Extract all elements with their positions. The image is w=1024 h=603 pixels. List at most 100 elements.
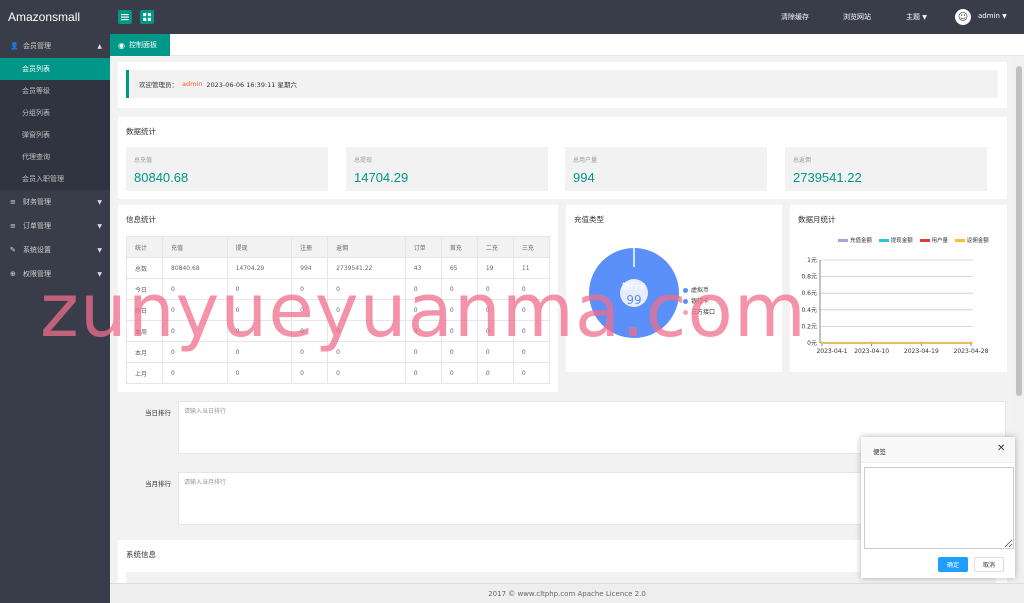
close-icon[interactable]: ✕: [997, 443, 1005, 454]
table-cell: 0: [512, 320, 551, 342]
dialog-header[interactable]: 便签 ✕: [861, 437, 1015, 463]
table-header-cell: 首充: [440, 236, 478, 258]
data-point[interactable]: [870, 341, 873, 345]
table-cell: 0: [512, 341, 551, 363]
monthly-rank-label: 当月排行: [145, 480, 171, 488]
fullscreen-button[interactable]: [140, 10, 154, 24]
table-cell: 0: [440, 299, 478, 321]
wrench-icon: ✎: [10, 246, 16, 254]
dialog-title: 便签: [873, 448, 886, 456]
table-cell: 0: [226, 278, 293, 300]
sidebar-item-member-list[interactable]: 会员列表: [0, 58, 110, 80]
table-header-cell: 充值: [162, 236, 228, 258]
clear-cache-link[interactable]: 清除缓存: [781, 12, 809, 22]
table-cell: 19: [476, 257, 514, 279]
pie-center-value: 99: [626, 293, 641, 307]
welcome-datetime: 2023-06-06 16:39:11 星期六: [206, 81, 297, 89]
table-row: 上月 0 0 0 0 0 0 0 0: [125, 362, 551, 384]
stat-card-total-recharge: 总充值 80840.68: [126, 147, 328, 191]
sidebar-group-settings[interactable]: ✎ 系统设置 ▼: [0, 238, 110, 262]
table-cell: 0: [476, 362, 514, 384]
tab-dashboard[interactable]: ◉ 控制面板: [110, 34, 170, 56]
legend-item[interactable]: 虚拟币: [683, 285, 715, 296]
sidebar-group-member[interactable]: 👤 会员管理 ▲: [0, 34, 110, 58]
panel-title: 系统信息: [126, 550, 156, 559]
sidebar-group-orders[interactable]: ≡ 订单管理 ▼: [0, 214, 110, 238]
table-row: 总数 80840.68 14704.29 994 2739541.22 43 65 19 11: [125, 257, 551, 279]
compass-icon: ◉: [118, 40, 125, 50]
sidebar-item-member-onboarding[interactable]: 会员入职管理: [0, 168, 110, 190]
browse-site-link[interactable]: 浏览网站: [843, 12, 871, 22]
table-cell: 今日: [125, 278, 164, 300]
welcome-user: admin: [182, 80, 203, 88]
theme-menu[interactable]: 主题 ▼: [906, 12, 927, 22]
line-chart-legend: 充值金额 提现金额 用户量 返佣金额: [833, 236, 989, 244]
legend-item[interactable]: 银行卡: [683, 296, 715, 307]
table-cell: 0: [291, 362, 329, 384]
sidebar-item-group-list[interactable]: 分组列表: [0, 102, 110, 124]
sidebar-group-label: 订单管理: [23, 222, 51, 230]
caret-down-icon: ▼: [97, 246, 102, 254]
sidebar-group-finance[interactable]: ≡ 财务管理 ▼: [0, 190, 110, 214]
table-row: 本周 0 0 0 0 0 0 0 0: [125, 320, 551, 342]
database-icon: ≡: [10, 222, 16, 230]
legend-label[interactable]: 用户量: [932, 238, 949, 244]
cancel-button[interactable]: 取消: [974, 557, 1004, 572]
table-header-cell: 提现: [226, 236, 293, 258]
user-menu[interactable]: admin ▼: [978, 12, 1007, 20]
confirm-button[interactable]: 确定: [938, 557, 968, 572]
x-tick-label: 2023-04-28: [954, 348, 989, 355]
sidebar-item-member-level[interactable]: 会员等级: [0, 80, 110, 102]
legend-item[interactable]: 三方接口: [683, 307, 715, 318]
table-header-cell: 三充: [512, 236, 551, 258]
panel-title: 信息统计: [126, 215, 156, 224]
app-logo[interactable]: Amazonsmall: [8, 10, 80, 24]
caret-down-icon: ▼: [922, 14, 927, 21]
stat-card-total-withdraw: 总提现 14704.29: [346, 147, 548, 191]
sidebar-group-label: 会员管理: [23, 42, 51, 50]
sidebar-item-popup-list[interactable]: 弹窗列表: [0, 124, 110, 146]
welcome-banner: 欢迎管理员： admin 2023-06-06 16:39:11 星期六: [126, 70, 998, 98]
table-cell: 0: [440, 362, 478, 384]
table-cell: 0: [404, 278, 442, 300]
legend-label[interactable]: 提现金额: [891, 238, 913, 244]
legend-swatch: [878, 239, 889, 242]
table-cell: 43: [404, 257, 442, 279]
info-stats-table: 统计 充值 提现 注册 返佣 订单 首充 二充 三充 总数 80840.68 14704.29 994…: [125, 236, 551, 384]
table-cell: 本周: [125, 320, 164, 342]
panel-title: 数据统计: [126, 127, 156, 136]
y-tick-label: 0.4元: [801, 307, 817, 314]
pie-legend: 虚拟币 银行卡 三方接口: [683, 285, 715, 318]
panel-title: 充值类型: [574, 215, 604, 224]
footer: 2017 © www.cltphp.com Apache Licence 2.0: [110, 583, 1024, 603]
sidebar-group-label: 权限管理: [23, 270, 51, 278]
sidebar-item-agent-query[interactable]: 代理查询: [0, 146, 110, 168]
note-textarea[interactable]: [864, 467, 1014, 549]
stat-value: 80840.68: [134, 170, 189, 185]
table-cell: 0: [291, 320, 329, 342]
caret-down-icon: ▼: [97, 222, 102, 230]
scrollbar-thumb[interactable]: [1016, 66, 1022, 396]
table-header-cell: 返佣: [327, 236, 406, 258]
x-tick-label: 2023-04-19: [904, 348, 939, 355]
table-cell: 上月: [125, 362, 164, 384]
menu-toggle-button[interactable]: [118, 10, 132, 24]
data-point[interactable]: [920, 341, 923, 345]
data-point[interactable]: [820, 341, 824, 345]
table-row: 本月 0 0 0 0 0 0 0 0: [125, 341, 551, 363]
legend-label[interactable]: 充值金额: [850, 238, 872, 244]
y-tick-label: 0.6元: [801, 290, 817, 297]
table-cell: 0: [440, 341, 478, 363]
sidebar-group-permissions[interactable]: ⊕ 权限管理 ▼: [0, 262, 110, 286]
legend-label[interactable]: 返佣金额: [967, 238, 989, 244]
table-cell: 0: [404, 341, 442, 363]
sidebar-submenu: 会员列表 会员等级 分组列表 弹窗列表 代理查询 会员入职管理: [0, 58, 110, 190]
daily-rank-label: 当日排行: [145, 409, 171, 417]
avatar[interactable]: ☺: [955, 9, 971, 25]
table-cell: 0: [512, 278, 551, 300]
legend-swatch: [683, 288, 688, 293]
table-header-cell: 注册: [291, 236, 329, 258]
list-icon: [121, 14, 129, 21]
user-icon: 👤: [10, 42, 19, 50]
data-point[interactable]: [969, 341, 973, 345]
